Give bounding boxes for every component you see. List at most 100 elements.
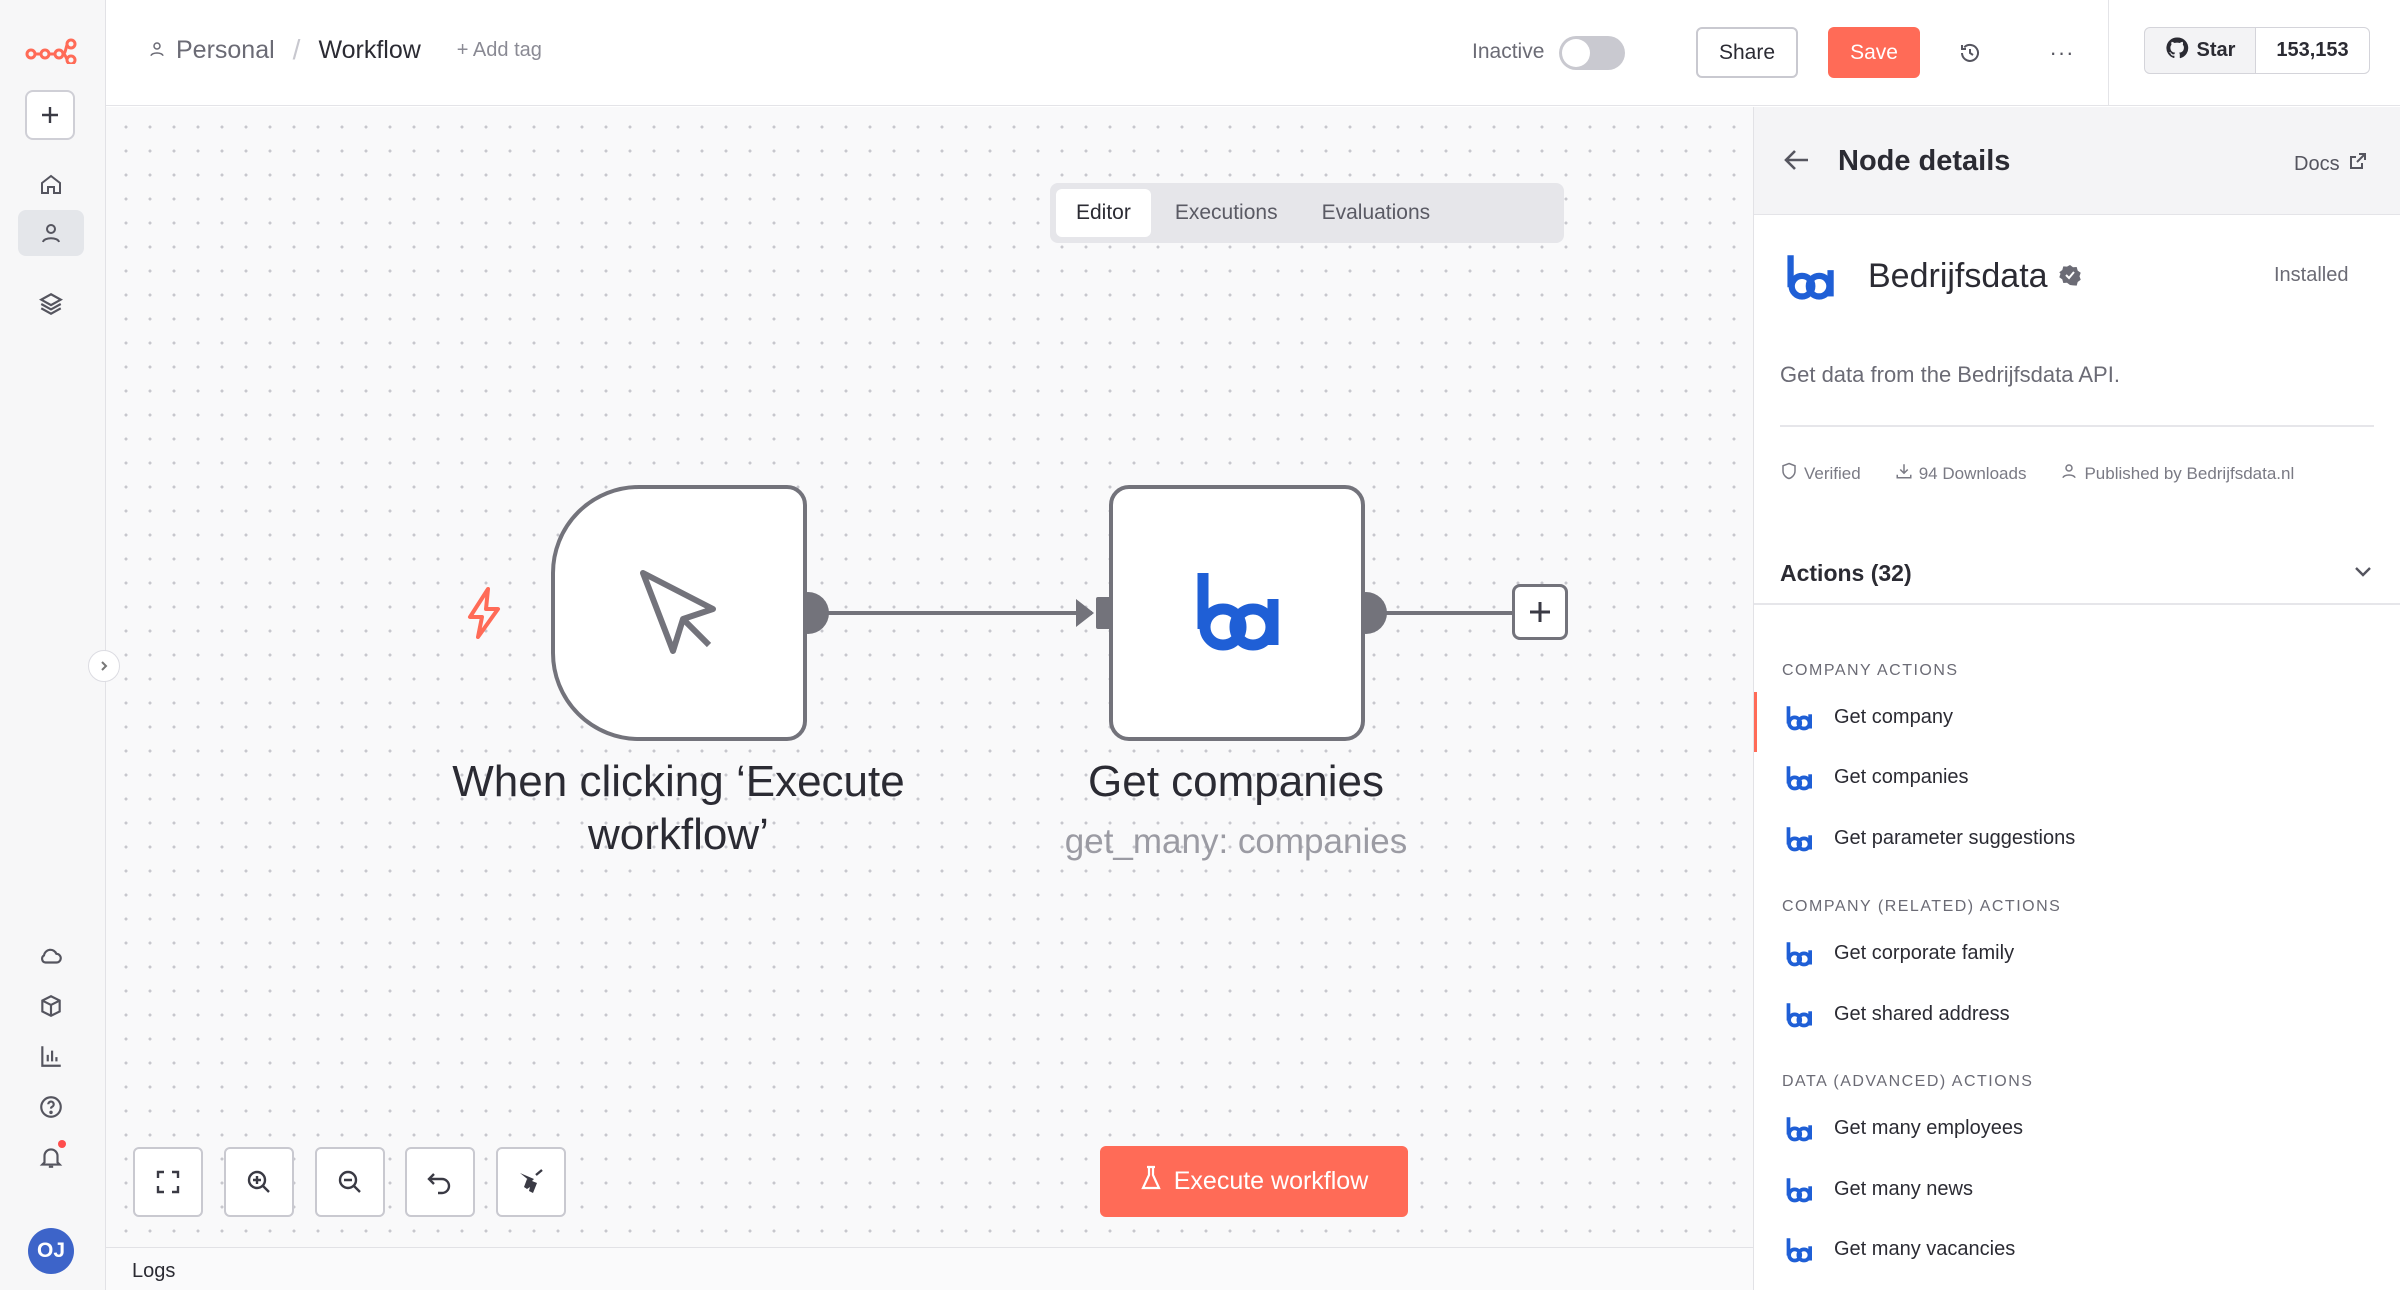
undo-icon[interactable] (405, 1147, 475, 1217)
node-name: Bedrijfsdata (1868, 257, 2082, 296)
view-tabs: Editor Executions Evaluations (1050, 183, 1564, 243)
bedrijfsdata-logo (1786, 253, 1834, 306)
action-label: Get many news (1834, 1177, 1973, 1200)
create-button[interactable] (25, 90, 75, 140)
execute-workflow-label: Execute workflow (1173, 1167, 1369, 1195)
share-button[interactable]: Share (1696, 27, 1798, 78)
node-name-label: Bedrijfsdata (1868, 257, 2048, 295)
verified-badge-icon (2058, 257, 2082, 296)
action-label: Get many vacancies (1834, 1237, 2016, 1260)
add-node-button[interactable] (1512, 584, 1568, 640)
layers-icon[interactable] (18, 281, 84, 327)
active-status-label: Inactive (1472, 40, 1545, 63)
panel-header: Node details Docs (1754, 107, 2400, 215)
panel-title: Node details (1838, 145, 2011, 177)
user-icon (148, 36, 166, 65)
download-icon (1895, 462, 1913, 485)
fit-view-icon[interactable] (133, 1147, 203, 1217)
action-label: Get corporate family (1834, 941, 2015, 964)
save-button[interactable]: Save (1828, 27, 1920, 78)
zoom-in-icon[interactable] (224, 1147, 294, 1217)
docs-label: Docs (2294, 152, 2340, 175)
section-label: DATA (ADVANCED) ACTIONS (1782, 1073, 2034, 1090)
notifications-bell-icon[interactable] (18, 1134, 84, 1180)
node-description: Get data from the Bedrijfsdata API. (1780, 362, 2120, 387)
action-label: Get many employees (1834, 1116, 2023, 1139)
expand-sidebar-chevron-icon[interactable] (88, 650, 120, 682)
github-star-button[interactable]: Star (2144, 27, 2256, 74)
active-toggle[interactable] (1559, 36, 1625, 70)
github-icon (2165, 36, 2189, 66)
action-item-get-company[interactable]: Get company (1754, 692, 2400, 752)
bedrijfsdata-logo (1786, 765, 1812, 796)
divider (2108, 0, 2109, 106)
breadcrumb-project[interactable]: Personal (176, 36, 275, 65)
bedrijfsdata-logo (1195, 569, 1279, 658)
breadcrumb-separator: / (292, 34, 301, 65)
trigger-node-title: When clicking ‘Execute workflow’ (452, 757, 905, 859)
workflow-name[interactable]: Workflow (318, 36, 420, 65)
zoom-out-icon[interactable] (315, 1147, 385, 1217)
logs-bar[interactable]: Logs (106, 1247, 1753, 1290)
verified-text: Verified (1804, 463, 1861, 483)
divider (1754, 603, 2400, 605)
bedrijfsdata-logo (1786, 1002, 1812, 1033)
bedrijfsdata-logo (1786, 941, 1812, 972)
n8n-logo-icon[interactable] (18, 28, 84, 74)
actions-title: Actions (32) (1780, 560, 1912, 586)
bedrijfsdata-logo (1786, 1237, 1812, 1268)
action-item-get-parameter-suggestions[interactable]: Get parameter suggestions (1754, 813, 2400, 863)
personal-icon[interactable] (18, 210, 84, 256)
left-sidebar: OJ (0, 0, 106, 1290)
action-item-get-shared-address[interactable]: Get shared address (1754, 989, 2400, 1039)
flask-icon (1140, 1165, 1162, 1198)
installed-label: Installed (2274, 264, 2349, 286)
logs-label: Logs (132, 1260, 176, 1282)
avatar[interactable]: OJ (28, 1228, 74, 1274)
shield-icon (1780, 462, 1798, 485)
breadcrumb: Personal / Workflow + Add tag (148, 34, 542, 66)
cloud-icon[interactable] (18, 933, 84, 979)
manual-trigger-node[interactable] (551, 485, 807, 741)
action-label: Get company (1834, 705, 1953, 728)
templates-box-icon[interactable] (18, 983, 84, 1029)
more-options-button[interactable]: ··· (2042, 33, 2082, 73)
actions-header[interactable]: Actions (32) (1780, 560, 2374, 587)
back-arrow-icon[interactable] (1782, 145, 1812, 180)
workflow-canvas[interactable]: Editor Executions Evaluations When click… (106, 107, 1753, 1247)
github-star-count[interactable]: 153,153 (2256, 27, 2370, 74)
bedrijfsdata-logo (1786, 826, 1812, 857)
action-item-get-companies[interactable]: Get companies (1754, 752, 2400, 802)
action-item-get-many-vacancies[interactable]: Get many vacancies (1754, 1224, 2400, 1274)
insights-chart-icon[interactable] (18, 1033, 84, 1079)
tab-editor[interactable]: Editor (1056, 189, 1151, 237)
top-bar: Personal / Workflow + Add tag Inactive S… (106, 0, 2400, 106)
tab-evaluations[interactable]: Evaluations (1302, 189, 1451, 237)
execute-workflow-button[interactable]: Execute workflow (1100, 1146, 1408, 1217)
github-star-group: Star 153,153 (2144, 27, 2370, 74)
action-item-get-many-news[interactable]: Get many news (1754, 1164, 2400, 1214)
action-label: Get parameter suggestions (1834, 826, 2076, 849)
action-item-get-corporate-family[interactable]: Get corporate family (1754, 928, 2400, 978)
node-connections (787, 592, 1512, 634)
help-icon[interactable] (18, 1084, 84, 1130)
tab-executions[interactable]: Executions (1155, 189, 1298, 237)
bedrijfsdata-logo (1786, 1177, 1812, 1208)
get-companies-node[interactable] (1109, 485, 1365, 741)
action-item-get-many-employees[interactable]: Get many employees (1754, 1103, 2400, 1153)
home-icon[interactable] (18, 161, 84, 207)
node-meta: Verified 94 Downloads Published by Bedri… (1780, 462, 2328, 485)
verified-meta: Verified (1780, 462, 1861, 485)
divider (1780, 425, 2374, 427)
bedrijfsdata-logo (1786, 705, 1812, 736)
tidy-up-icon[interactable] (496, 1147, 566, 1217)
publisher-text: Published by Bedrijfsdata.nl (2084, 463, 2295, 483)
docs-link[interactable]: Docs (2294, 151, 2368, 177)
notification-dot (58, 1140, 66, 1148)
add-tag-button[interactable]: + Add tag (457, 39, 542, 62)
downloads-meta: 94 Downloads (1895, 462, 2026, 485)
section-label: COMPANY ACTIONS (1782, 662, 1959, 679)
action-node-subtitle: get_many: companies (1064, 822, 1408, 861)
history-icon[interactable] (1950, 33, 1990, 73)
node-details-panel: Node details Docs Bedrijfsdata Installed… (1753, 107, 2400, 1290)
